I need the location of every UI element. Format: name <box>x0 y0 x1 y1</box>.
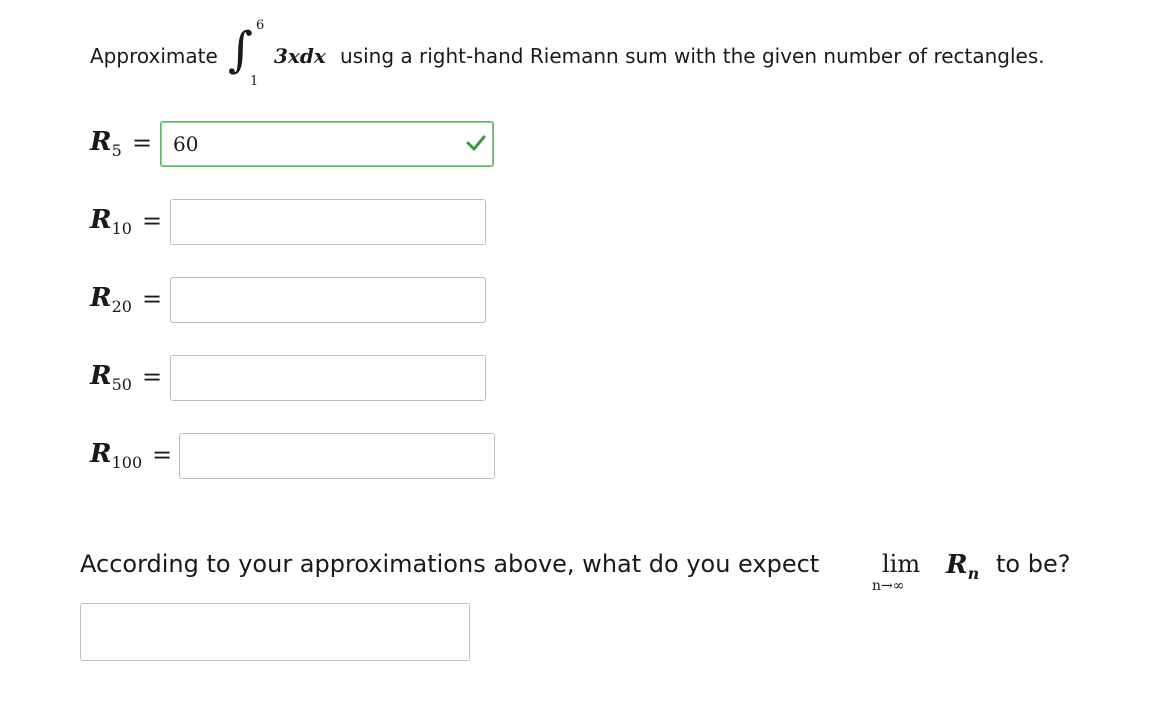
equals-sign: = <box>142 363 163 391</box>
limit-answer-input[interactable] <box>80 603 470 661</box>
integral-sign: ∫ <box>228 22 254 78</box>
riemann-label: R5 <box>90 127 122 160</box>
integral-upper-bound: 6 <box>256 18 265 33</box>
lim-operator: lim <box>882 550 921 578</box>
prompt-text-after: using a right-hand Riemann sum with the … <box>340 44 1045 68</box>
r5-answer-input[interactable]: 60 <box>160 121 494 167</box>
riemann-label: R100 <box>90 439 143 472</box>
integral-lower-bound: 1 <box>250 74 259 89</box>
check-icon <box>466 135 486 151</box>
equals-sign: = <box>132 129 153 157</box>
integrand: 3xdx <box>274 44 326 68</box>
equals-sign: = <box>142 285 163 313</box>
riemann-label: R50 <box>90 361 132 394</box>
question-text-after: to be? <box>996 550 1071 578</box>
r50-answer-input[interactable] <box>170 355 486 401</box>
question-text-before: According to your approximations above, … <box>80 550 820 578</box>
lim-subscript: n→∞ <box>872 578 905 594</box>
r20-answer-input[interactable] <box>170 277 486 323</box>
equals-sign: = <box>152 441 173 469</box>
prompt-text-before: Approximate <box>90 44 218 68</box>
rn-symbol: Rn <box>946 550 980 583</box>
r5-answer-value: 60 <box>173 132 199 156</box>
r100-answer-input[interactable] <box>179 433 495 479</box>
r10-answer-input[interactable] <box>170 199 486 245</box>
riemann-label: R10 <box>90 205 132 238</box>
equals-sign: = <box>142 207 163 235</box>
riemann-label: R20 <box>90 283 132 316</box>
